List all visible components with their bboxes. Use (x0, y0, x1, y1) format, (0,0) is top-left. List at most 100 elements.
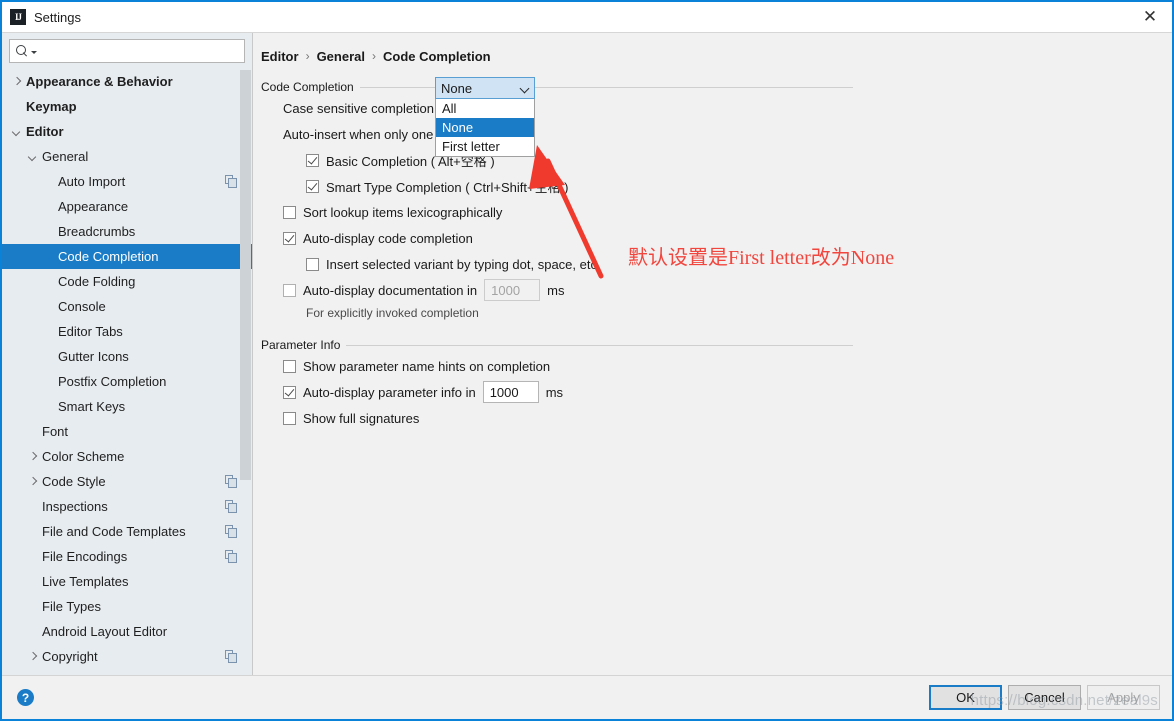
sidebar-item-auto-import[interactable]: Auto Import (2, 169, 252, 194)
checkbox-label[interactable]: Auto-display code completion (303, 231, 473, 246)
sidebar-item-appearance[interactable]: Appearance (2, 194, 252, 219)
sidebar-item-label: General (42, 149, 89, 164)
copy-icon[interactable] (225, 500, 238, 513)
checkbox[interactable] (306, 153, 319, 167)
chevron-right-icon[interactable] (28, 652, 37, 661)
sidebar-item-console[interactable]: Console (2, 294, 252, 319)
combo-option[interactable]: None (436, 118, 534, 137)
sidebar-item-code-completion[interactable]: Code Completion (2, 244, 252, 269)
dialog-footer: ? OK Cancel Apply (2, 675, 1172, 719)
sidebar-item-general[interactable]: General (2, 144, 252, 169)
apply-button: Apply (1087, 685, 1160, 710)
close-icon[interactable]: ✕ (1128, 2, 1172, 32)
settings-dialog: IJ Settings ✕ Appearance & Behavior Keyma… (0, 0, 1174, 721)
chevron-right-icon[interactable] (28, 477, 37, 486)
help-icon[interactable]: ? (17, 689, 34, 706)
title-bar: IJ Settings ✕ (2, 2, 1172, 32)
sidebar-item-editor-tabs[interactable]: Editor Tabs (2, 319, 252, 344)
sidebar-item-code-folding[interactable]: Code Folding (2, 269, 252, 294)
sidebar-item-code-style[interactable]: Code Style (2, 469, 252, 494)
copy-icon[interactable] (225, 650, 238, 663)
sidebar-item-file-and-code-templates[interactable]: File and Code Templates (2, 519, 252, 544)
copy-icon[interactable] (225, 475, 238, 488)
sidebar-item-postfix-completion[interactable]: Postfix Completion (2, 369, 252, 394)
sidebar-item-copyright[interactable]: Copyright (2, 644, 252, 669)
annotation-text: 默认设置是First letter改为None (628, 247, 895, 269)
breadcrumb-separator: › (371, 49, 376, 63)
breadcrumb-item[interactable]: Code Completion (383, 49, 491, 64)
sidebar-item-live-templates[interactable]: Live Templates (2, 569, 252, 594)
sidebar-item-smart-keys[interactable]: Smart Keys (2, 394, 252, 419)
checkbox[interactable] (283, 411, 296, 425)
breadcrumb: Editor › General › Code Completion (261, 47, 1172, 65)
cancel-button[interactable]: Cancel (1008, 685, 1081, 710)
sidebar-item-android-layout-editor[interactable]: Android Layout Editor (2, 619, 252, 644)
sidebar-item-label: Color Scheme (42, 449, 125, 464)
checkbox[interactable] (283, 283, 296, 297)
checkbox[interactable] (306, 257, 319, 271)
sidebar-item-label: Android Layout Editor (42, 624, 168, 639)
search-box[interactable] (9, 39, 245, 63)
sidebar-scrollbar-thumb[interactable] (240, 70, 251, 480)
sidebar-item-breadcrumbs[interactable]: Breadcrumbs (2, 219, 252, 244)
checkbox-label[interactable]: Show parameter name hints on completion (303, 359, 550, 374)
sidebar-item-color-scheme[interactable]: Color Scheme (2, 444, 252, 469)
combo-option[interactable]: First letter (436, 137, 534, 156)
ok-button[interactable]: OK (929, 685, 1002, 710)
sidebar-item-label: File Types (42, 599, 102, 614)
footer-buttons: OK Cancel Apply (929, 685, 1160, 710)
sidebar-item-gutter-icons[interactable]: Gutter Icons (2, 344, 252, 369)
sidebar-item-label: Breadcrumbs (58, 224, 136, 239)
chevron-right-icon[interactable] (12, 77, 21, 86)
case-sensitive-completion-combo[interactable]: None All None First letter (435, 77, 535, 157)
delay-input[interactable]: 1000 (484, 279, 541, 301)
breadcrumb-item[interactable]: General (317, 49, 365, 64)
group-title-row: Code Completion (261, 79, 853, 95)
sidebar-item-font[interactable]: Font (2, 419, 252, 444)
checkbox-label[interactable]: Auto-display parameter info in (303, 385, 476, 400)
chevron-down-icon[interactable] (12, 127, 21, 136)
checkbox-label[interactable]: Smart Type Completion ( Ctrl+Shift+空格 ) (326, 177, 569, 196)
checkbox-row: Auto-display documentation in 1000 ms (261, 277, 853, 303)
checkbox-label[interactable]: Sort lookup items lexicographically (303, 205, 502, 220)
hint-text: For explicitly invoked completion (306, 306, 479, 320)
copy-icon[interactable] (225, 175, 238, 188)
breadcrumb-separator: › (305, 49, 310, 63)
copy-icon[interactable] (225, 550, 238, 563)
sidebar-item-file-types[interactable]: File Types (2, 594, 252, 619)
sidebar-item-keymap[interactable]: Keymap (2, 94, 252, 119)
checkbox-row: Sort lookup items lexicographically (261, 199, 853, 225)
copy-icon[interactable] (225, 525, 238, 538)
combo-option[interactable]: All (436, 99, 534, 118)
setting-label-row: Case sensitive completion: (261, 95, 853, 121)
search-input[interactable] (37, 41, 240, 61)
combo-button[interactable]: None (435, 77, 535, 99)
sidebar-item-appearance-behavior[interactable]: Appearance & Behavior (2, 69, 252, 94)
sidebar-item-label: Auto Import (58, 174, 126, 189)
sidebar-item-file-encodings[interactable]: File Encodings (2, 544, 252, 569)
checkbox-label[interactable]: Insert selected variant by typing dot, s… (326, 257, 601, 272)
checkbox[interactable] (283, 385, 296, 399)
group-title-row: Parameter Info (261, 337, 853, 353)
combo-dropdown-list[interactable]: All None First letter (435, 99, 535, 157)
checkbox-row: Show parameter name hints on completion (261, 353, 853, 379)
checkbox[interactable] (283, 231, 296, 245)
sidebar-item-editor[interactable]: Editor (2, 119, 252, 144)
checkbox[interactable] (283, 359, 296, 373)
checkbox[interactable] (306, 179, 319, 193)
intellij-logo-icon: IJ (10, 9, 26, 25)
checkbox[interactable] (283, 205, 296, 219)
delay-input[interactable]: 1000 (482, 381, 539, 403)
checkbox-label[interactable]: Auto-display documentation in (303, 283, 477, 298)
sidebar-item-label: Appearance (58, 199, 129, 214)
breadcrumb-item[interactable]: Editor (261, 49, 299, 64)
chevron-right-icon[interactable] (28, 452, 37, 461)
checkbox-label[interactable]: Show full signatures (303, 411, 419, 426)
sidebar-item-inspections[interactable]: Inspections (2, 494, 252, 519)
chevron-down-icon[interactable] (28, 152, 37, 161)
